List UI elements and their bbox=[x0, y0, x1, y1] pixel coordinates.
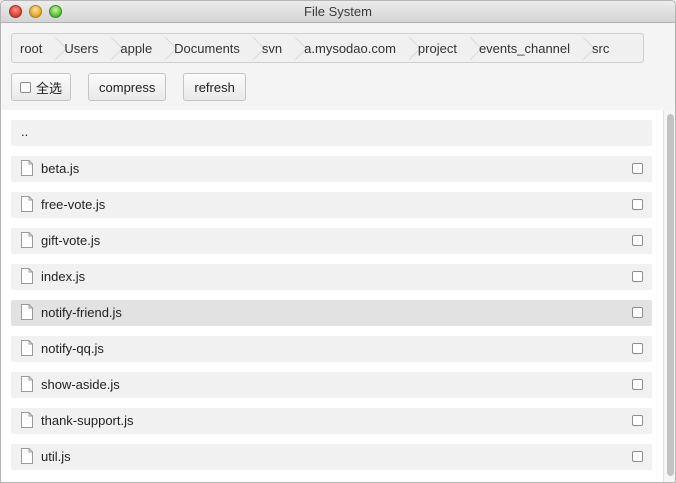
file-name: util.js bbox=[41, 449, 71, 464]
file-icon bbox=[21, 340, 33, 356]
file-checkbox[interactable] bbox=[632, 271, 643, 282]
file-icon bbox=[21, 412, 33, 428]
file-row[interactable]: show-aside.js bbox=[11, 372, 652, 398]
parent-directory-row[interactable]: .. bbox=[11, 120, 652, 146]
breadcrumb-item[interactable]: src bbox=[584, 34, 623, 62]
file-checkbox[interactable] bbox=[632, 451, 643, 462]
breadcrumb-item[interactable]: Documents bbox=[166, 34, 254, 62]
file-icon bbox=[21, 376, 33, 392]
file-checkbox[interactable] bbox=[632, 199, 643, 210]
file-checkbox[interactable] bbox=[632, 307, 643, 318]
file-row[interactable]: free-vote.js bbox=[11, 192, 652, 218]
file-name: notify-qq.js bbox=[41, 341, 104, 356]
parent-directory-label: .. bbox=[21, 124, 29, 139]
file-name: free-vote.js bbox=[41, 197, 106, 212]
file-icon bbox=[21, 232, 33, 248]
file-name: notify-friend.js bbox=[41, 305, 122, 320]
compress-button[interactable]: compress bbox=[88, 73, 167, 101]
vertical-scrollbar[interactable] bbox=[663, 110, 675, 482]
breadcrumb-item[interactable]: project bbox=[410, 34, 471, 62]
file-checkbox[interactable] bbox=[632, 343, 643, 354]
file-checkbox[interactable] bbox=[632, 235, 643, 246]
file-row[interactable]: beta.js bbox=[11, 156, 652, 182]
file-icon bbox=[21, 304, 33, 320]
file-row[interactable]: util.js bbox=[11, 444, 652, 470]
file-icon bbox=[21, 196, 33, 212]
select-all-label: 全选 bbox=[36, 80, 63, 96]
breadcrumb: root Users apple Documents svn a.mysodao.com p… bbox=[11, 33, 644, 63]
file-row[interactable]: index.js bbox=[11, 264, 652, 290]
file-name: index.js bbox=[41, 269, 86, 284]
file-name: thank-support.js bbox=[41, 413, 134, 428]
file-list: .. beta.js free-vote.js gift-vote.js index.… bbox=[1, 110, 663, 482]
file-checkbox[interactable] bbox=[632, 379, 643, 390]
file-name: beta.js bbox=[41, 161, 80, 176]
file-icon bbox=[21, 448, 33, 464]
file-system-window: File System root Users apple Documents svn a.… bbox=[0, 0, 676, 483]
file-icon bbox=[21, 268, 33, 284]
file-icon bbox=[21, 160, 33, 176]
breadcrumb-item[interactable]: apple bbox=[112, 34, 166, 62]
window-title: File System bbox=[304, 4, 372, 19]
breadcrumb-item[interactable]: svn bbox=[254, 34, 296, 62]
file-checkbox[interactable] bbox=[632, 415, 643, 426]
scrollbar-thumb[interactable] bbox=[667, 114, 674, 476]
file-row[interactable]: thank-support.js bbox=[11, 408, 652, 434]
file-row[interactable]: gift-vote.js bbox=[11, 228, 652, 254]
breadcrumb-item[interactable]: root bbox=[12, 34, 56, 62]
breadcrumb-item[interactable]: Users bbox=[56, 34, 112, 62]
refresh-button[interactable]: refresh bbox=[183, 73, 246, 101]
file-row[interactable]: notify-friend.js bbox=[11, 300, 652, 326]
file-checkbox[interactable] bbox=[632, 163, 643, 174]
toolbar-area: root Users apple Documents svn a.mysodao.com p… bbox=[1, 24, 675, 110]
select-all-checkbox[interactable] bbox=[20, 81, 31, 93]
file-name: gift-vote.js bbox=[41, 233, 101, 248]
breadcrumb-item[interactable]: events_channel bbox=[471, 34, 584, 62]
action-bar: 全选 compress refresh bbox=[11, 73, 246, 101]
breadcrumb-item[interactable]: a.mysodao.com bbox=[296, 34, 410, 62]
file-row[interactable]: notify-qq.js bbox=[11, 336, 652, 362]
select-all-button[interactable]: 全选 bbox=[11, 73, 72, 101]
title-bar: File System bbox=[1, 1, 675, 23]
file-name: show-aside.js bbox=[41, 377, 120, 392]
